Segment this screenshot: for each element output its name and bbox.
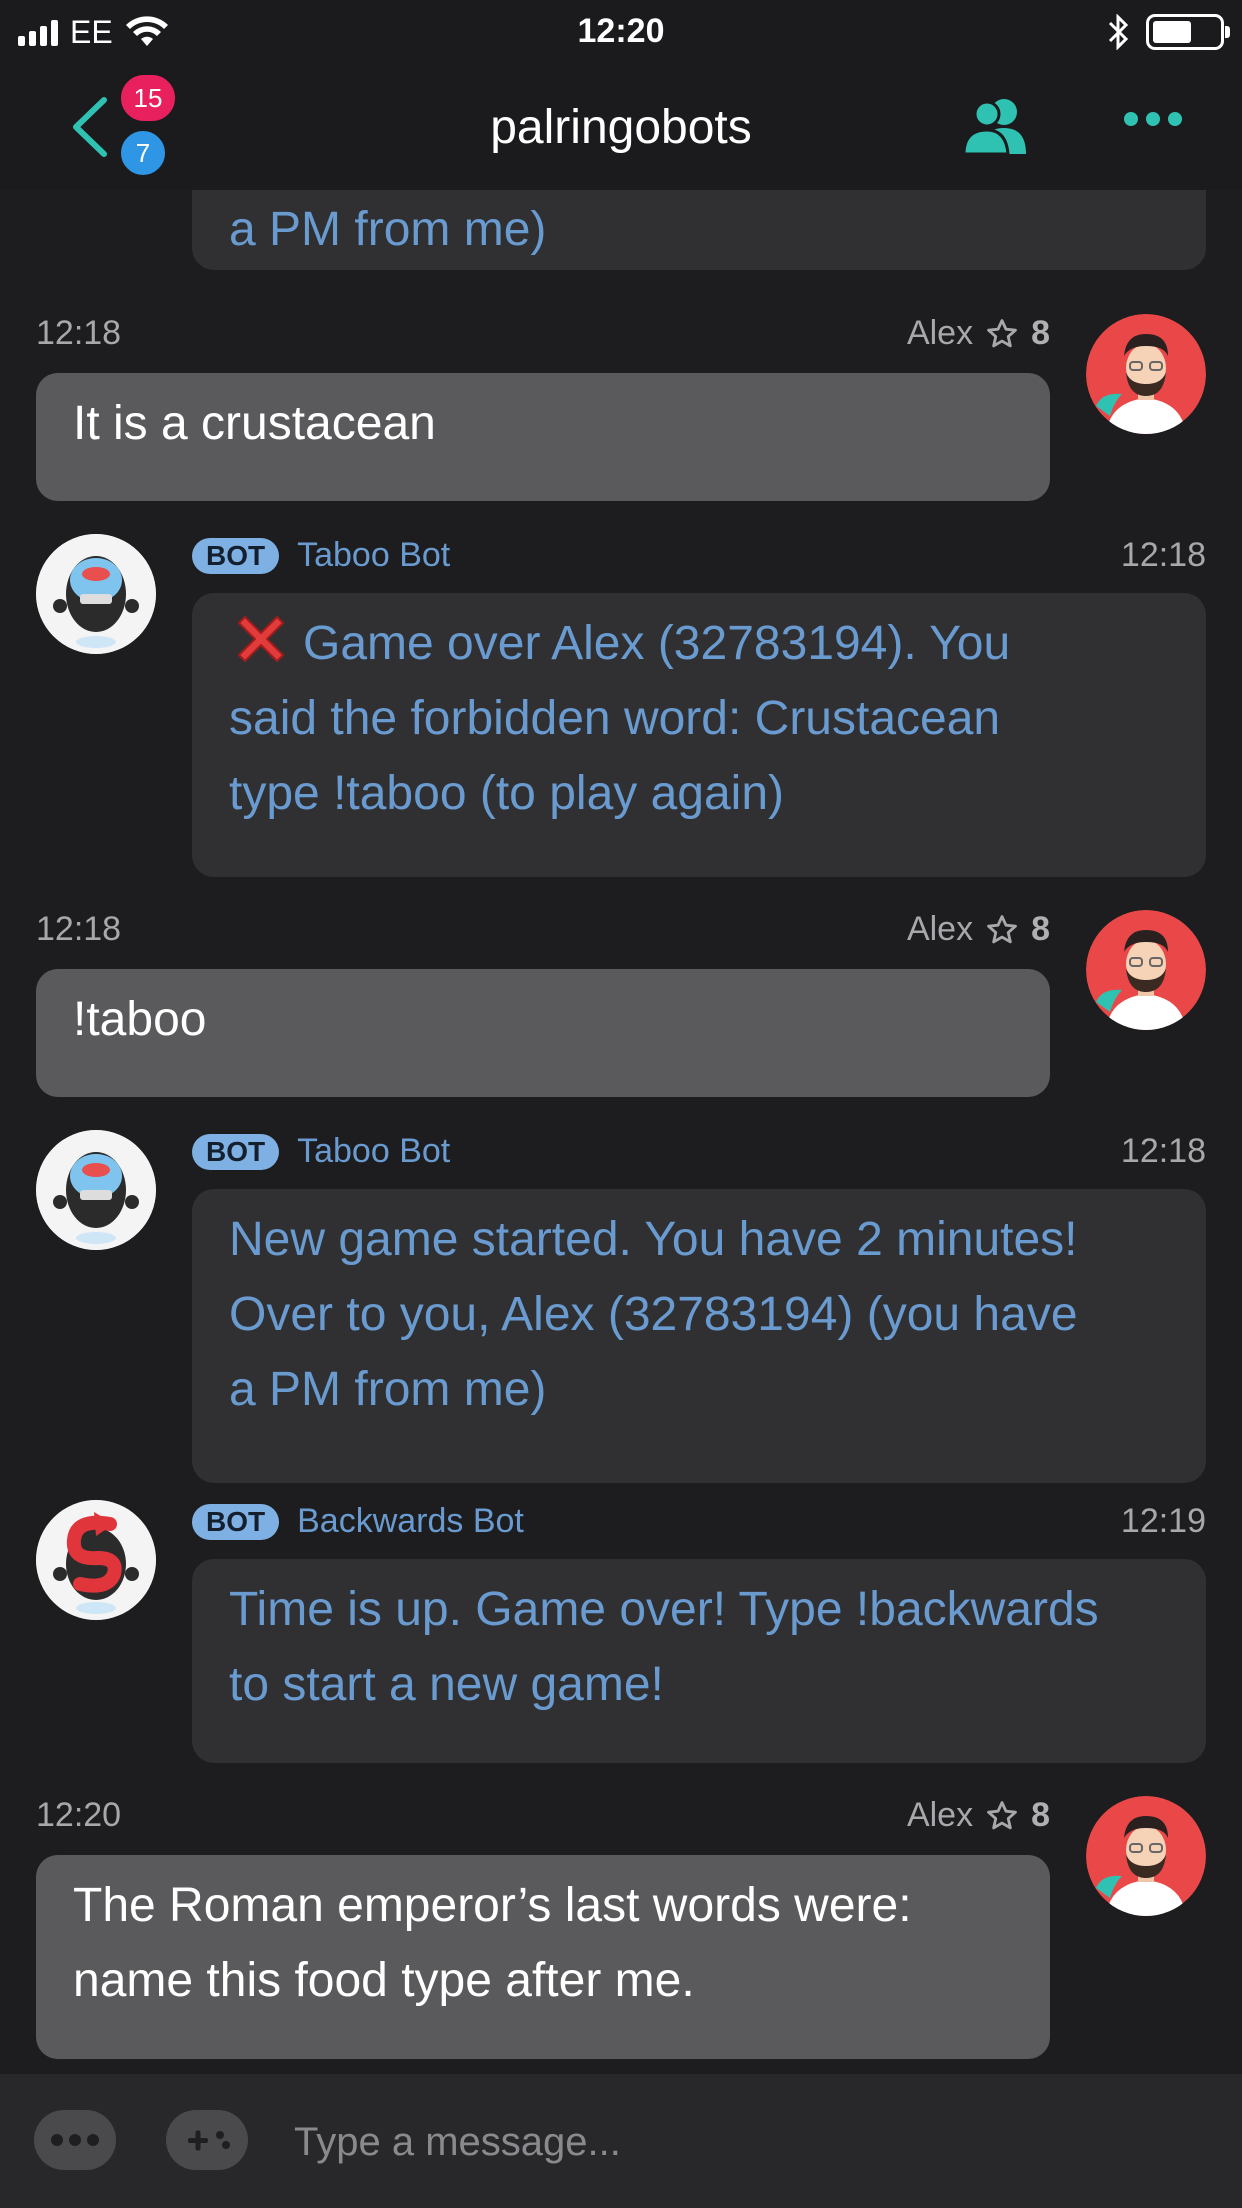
bot-tag: BOT — [192, 1133, 280, 1170]
bluetooth-icon — [1108, 14, 1129, 50]
message-time: 12:18 — [36, 314, 122, 352]
sender-name[interactable]: Alex — [907, 1796, 973, 1835]
message-bubble: Time is up. Game over! Type !backwards t… — [192, 1559, 1206, 1763]
reputation-level: 8 — [1031, 314, 1050, 352]
message-time: 12:19 — [1120, 1502, 1206, 1540]
message-time: 12:18 — [1120, 536, 1206, 574]
message-bubble: New game started. You have 2 minutes! Ov… — [192, 1189, 1206, 1483]
dot-icon — [87, 2134, 99, 2146]
message-bubble: It is a crustacean — [36, 373, 1050, 501]
user-avatar[interactable] — [1086, 910, 1206, 1030]
clock: 12:20 — [577, 12, 665, 50]
star-icon — [987, 1800, 1017, 1829]
message-text: !taboo — [73, 993, 207, 1046]
message-text: The Roman emperor’s last words were: — [73, 1879, 912, 1932]
dot-icon — [69, 2134, 81, 2146]
star-icon — [987, 318, 1017, 347]
bot-tag: BOT — [192, 537, 280, 574]
more-options-icon[interactable] — [1124, 112, 1182, 126]
message-text: Time is up. Game over! Type !backwards — [229, 1583, 1099, 1636]
message-text: a PM from me) — [229, 203, 547, 256]
message-text: Over to you, Alex (32783194) (you have — [229, 1288, 1078, 1341]
bot-avatar[interactable] — [36, 534, 156, 654]
chat-header: 15 7 palringobots — [0, 62, 1242, 190]
user-avatar[interactable] — [1086, 1796, 1206, 1916]
message-text: to start a new game! — [229, 1658, 664, 1711]
message-text: New game started. You have 2 minutes! — [229, 1213, 1078, 1266]
gamepad-icon — [188, 2130, 230, 2151]
message-time: 12:18 — [1120, 1132, 1206, 1170]
cross-mark-icon — [238, 616, 284, 662]
sender-name[interactable]: Alex — [907, 910, 973, 949]
message-bubble: The Roman emperor’s last words were: nam… — [36, 1855, 1050, 2059]
page-title: palringobots — [490, 101, 752, 154]
bot-tag: BOT — [192, 1503, 280, 1540]
message-text: type !taboo (to play again) — [229, 767, 785, 820]
message-bubble: !taboo — [36, 969, 1050, 1097]
message-meta: 12:18 Alex 8 — [36, 910, 1050, 949]
user-avatar[interactable] — [1086, 314, 1206, 434]
message-meta: BOT Taboo Bot 12:18 — [192, 1132, 1206, 1171]
message-time: 12:20 — [36, 1796, 122, 1834]
bot-avatar[interactable] — [36, 1130, 156, 1250]
message-line: Game over Alex (32783194). You — [229, 606, 1169, 681]
star-icon — [987, 914, 1017, 943]
group-members-icon[interactable] — [960, 94, 1030, 156]
sender-name[interactable]: Taboo Bot — [297, 536, 450, 575]
message-text: It is a crustacean — [73, 397, 436, 450]
games-button[interactable] — [166, 2110, 248, 2170]
sender-name[interactable]: Backwards Bot — [297, 1502, 524, 1541]
message-bubble: Game over Alex (32783194). You said the … — [192, 593, 1206, 877]
message-composer — [0, 2074, 1242, 2208]
status-bar: EE 12:20 — [0, 0, 1242, 62]
sender-name[interactable]: Alex — [907, 314, 973, 353]
battery-icon — [1146, 14, 1230, 50]
message-meta: BOT Taboo Bot 12:18 — [192, 536, 1206, 575]
more-actions-button[interactable] — [34, 2110, 116, 2170]
message-meta: BOT Backwards Bot 12:19 — [192, 1502, 1206, 1541]
bot-avatar[interactable] — [36, 1500, 156, 1620]
reputation-level: 8 — [1031, 910, 1050, 948]
sender-name[interactable]: Taboo Bot — [297, 1132, 450, 1171]
message-list[interactable]: a PM from me) 12:18 Alex 8 It is a crust… — [0, 190, 1242, 2074]
message-time: 12:18 — [36, 910, 122, 948]
message-text: name this food type after me. — [73, 1954, 695, 2007]
reputation-level: 8 — [1031, 1796, 1050, 1834]
message-meta: 12:18 Alex 8 — [36, 314, 1050, 353]
message-text: a PM from me) — [229, 1363, 547, 1416]
message-input[interactable] — [294, 2112, 1194, 2172]
message-bubble: a PM from me) — [192, 190, 1206, 270]
message-text: Game over Alex (32783194). You — [303, 617, 1011, 670]
message-text: said the forbidden word: Crustacean — [229, 692, 1001, 745]
message-meta: 12:20 Alex 8 — [36, 1796, 1050, 1835]
dot-icon — [51, 2134, 63, 2146]
